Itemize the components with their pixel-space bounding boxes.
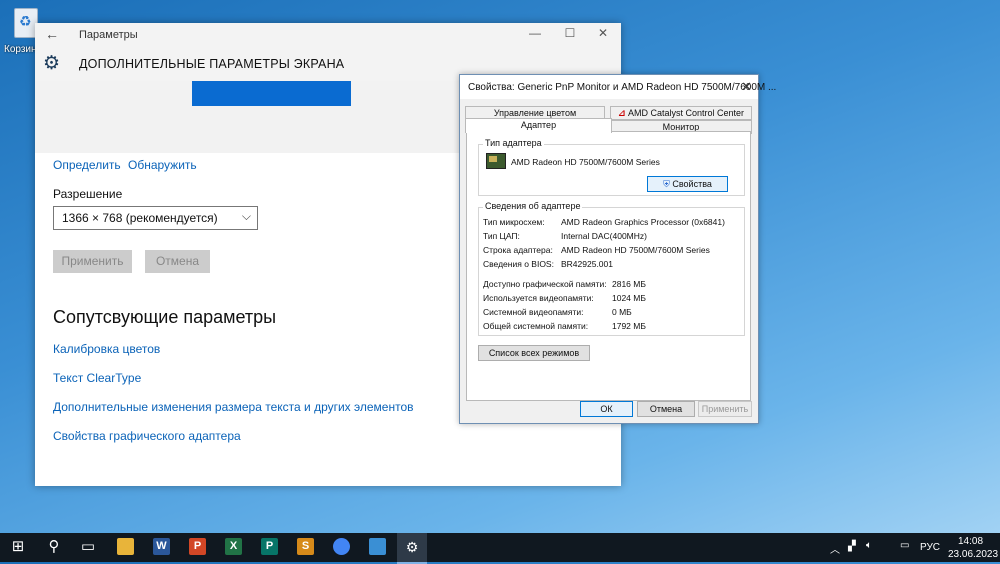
info-label: Строка адаптера: (483, 245, 553, 255)
dialog-title: Свойства: Generic PnP Monitor и AMD Rade… (468, 82, 777, 93)
monitor-tile[interactable] (192, 81, 351, 106)
properties-button-label: Свойства (672, 179, 712, 189)
windows-start-icon[interactable]: ⊞ (8, 537, 28, 557)
settings-titlebar: ← Параметры — ☐ ✕ (35, 23, 621, 47)
adapter-name: AMD Radeon HD 7500M/7600M Series (511, 157, 660, 167)
text-size-link[interactable]: Дополнительные изменения размера текста … (53, 400, 414, 414)
info-label: Тип ЦАП: (483, 231, 520, 241)
tab-amd-catalyst-label: AMD Catalyst Control Center (628, 108, 745, 118)
memory-value: 1792 МБ (612, 321, 646, 331)
memory-label: Системной видеопамяти: (483, 307, 584, 317)
apply-button[interactable]: Применить (53, 250, 132, 273)
ok-button[interactable]: ОК (580, 401, 633, 417)
memory-value: 2816 МБ (612, 279, 646, 289)
dialog-cancel-button[interactable]: Отмена (637, 401, 695, 417)
minimize-button[interactable]: — (525, 26, 545, 44)
resolution-label: Разрешение (53, 187, 123, 201)
list-all-modes-button[interactable]: Список всех режимов (478, 345, 590, 361)
info-value: Internal DAC(400MHz) (561, 231, 647, 241)
slides-icon[interactable]: S (297, 538, 314, 555)
maximize-button[interactable]: ☐ (560, 26, 580, 44)
file-explorer-icon[interactable] (117, 538, 134, 555)
related-settings-heading: Сопутсвующие параметры (53, 307, 277, 327)
dialog-close-icon[interactable]: ✕ (741, 79, 752, 95)
identify-link[interactable]: Определить (53, 158, 121, 172)
excel-icon[interactable]: X (225, 538, 242, 555)
info-label: Сведения о BIOS: (483, 259, 554, 269)
memory-label: Используется видеопамяти: (483, 293, 594, 303)
memory-label: Общей системной памяти: (483, 321, 589, 331)
adapter-info-group: Сведения об адаптере Тип микросхем: AMD … (478, 201, 745, 336)
memory-value: 1024 МБ (612, 293, 646, 303)
volume-icon[interactable]: 🔈︎ (866, 540, 872, 551)
cancel-button[interactable]: Отмена (145, 250, 210, 273)
dialog-titlebar: Свойства: Generic PnP Monitor и AMD Rade… (460, 75, 776, 99)
word-icon[interactable]: W (153, 538, 170, 555)
tab-amd-catalyst[interactable]: ⊿ AMD Catalyst Control Center (610, 106, 752, 120)
close-button[interactable]: ✕ (593, 26, 613, 44)
resolution-value: 1366 × 768 (рекомендуется) (62, 211, 218, 225)
cleartype-link[interactable]: Текст ClearType (53, 371, 141, 385)
adapter-type-group-title: Тип адаптера (483, 138, 544, 148)
notification-keyboard-icon[interactable]: ▭ (900, 540, 909, 551)
publisher-icon[interactable]: P (261, 538, 278, 555)
shield-icon: ⛨ (663, 179, 673, 189)
memory-label: Доступно графической памяти: (483, 279, 607, 289)
clock-date[interactable]: 23.06.2023 (948, 549, 998, 560)
color-calibration-link[interactable]: Калибровка цветов (53, 342, 160, 356)
adapter-info-group-title: Сведения об адаптере (483, 201, 583, 211)
adapter-properties-link[interactable]: Свойства графического адаптера (53, 429, 241, 443)
info-value: AMD Radeon HD 7500M/7600M Series (561, 245, 710, 255)
resolution-dropdown[interactable]: 1366 × 768 (рекомендуется) ⌵ (53, 206, 258, 230)
dialog-apply-button[interactable]: Применить (698, 401, 752, 417)
chrome-icon[interactable] (333, 538, 350, 555)
info-label: Тип микросхем: (483, 217, 545, 227)
clock-time[interactable]: 14:08 (958, 536, 983, 547)
search-icon[interactable]: ⚲ (44, 537, 64, 557)
powerpoint-icon[interactable]: P (189, 538, 206, 555)
taskbar: ⊞ ⚲ ▭ W P X P S ⚙ ︿ ▞ 🔈︎ ▭ РУС 14:08 23.06.2… (0, 533, 1000, 564)
properties-button[interactable]: ⛨ Свойства (647, 176, 728, 192)
info-value: AMD Radeon Graphics Processor (0x6841) (561, 217, 725, 227)
amd-icon: ⊿ (617, 108, 628, 118)
graphics-card-icon (486, 153, 506, 169)
detect-link[interactable]: Обнаружить (128, 158, 197, 172)
properties-dialog: Свойства: Generic PnP Monitor и AMD Rade… (459, 74, 776, 424)
language-indicator[interactable]: РУС (920, 542, 940, 553)
adapter-panel: Тип адаптера AMD Radeon HD 7500M/7600M S… (466, 131, 751, 401)
back-arrow-icon[interactable]: ← (45, 26, 59, 42)
tab-adapter[interactable]: Адаптер (465, 118, 612, 133)
memory-value: 0 МБ (612, 307, 632, 317)
tray-chevron-up-icon[interactable]: ︿ (830, 541, 840, 556)
remote-desktop-icon[interactable] (369, 538, 386, 555)
settings-gear-taskbar-icon[interactable]: ⚙ (402, 537, 422, 557)
info-value: BR42925.001 (561, 259, 613, 269)
chevron-down-icon: ⌵ (241, 209, 251, 223)
page-title: ДОПОЛНИТЕЛЬНЫЕ ПАРАМЕТРЫ ЭКРАНА (79, 57, 345, 71)
network-icon[interactable]: ▞ (848, 541, 856, 552)
settings-window-title: Параметры (79, 29, 138, 41)
gear-icon: ⚙ (43, 53, 61, 74)
adapter-type-group: Тип адаптера AMD Radeon HD 7500M/7600M S… (478, 138, 745, 196)
task-view-icon[interactable]: ▭ (78, 537, 98, 557)
